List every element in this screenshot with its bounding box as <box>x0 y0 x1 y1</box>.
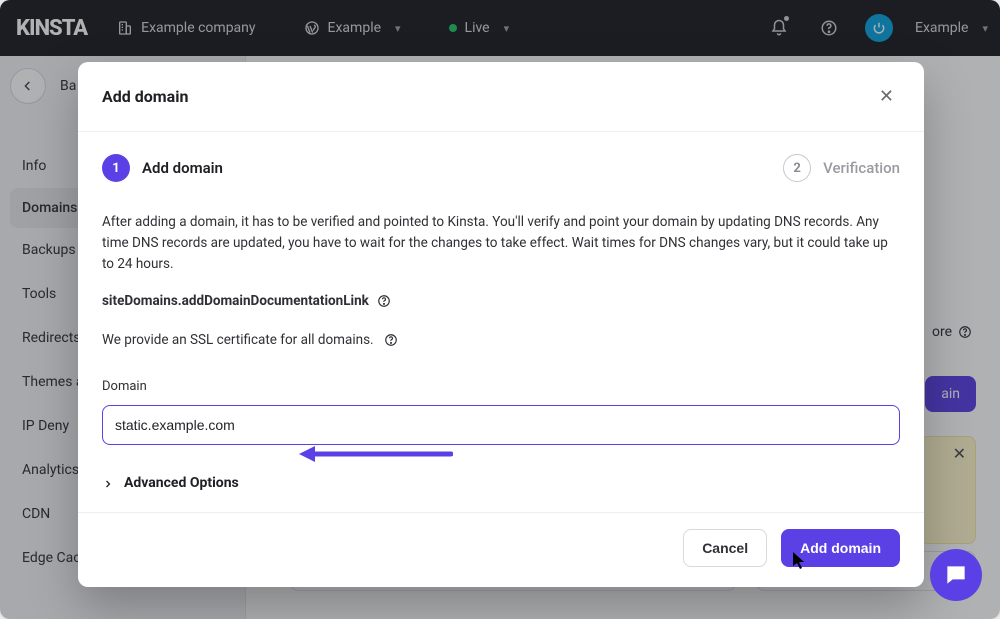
documentation-link[interactable]: siteDomains.addDomainDocumentationLink <box>102 291 900 312</box>
advanced-options-toggle[interactable]: Advanced Options <box>102 473 900 495</box>
add-domain-modal: Add domain ✕ 1 Add domain 2 Verification… <box>78 62 924 587</box>
modal-close-button[interactable]: ✕ <box>873 80 900 113</box>
step-2-badge: 2 <box>783 154 811 182</box>
modal-footer: Cancel Add domain <box>78 512 924 587</box>
ssl-note: We provide an SSL certificate for all do… <box>102 330 900 351</box>
step-2-label: Verification <box>823 159 900 177</box>
modal-title: Add domain <box>102 87 188 106</box>
wizard-steps: 1 Add domain 2 Verification <box>78 132 924 190</box>
app-root: KINSTA Example company Example ▾ Live ▾ <box>0 0 1000 619</box>
domain-field-label: Domain <box>102 377 900 397</box>
help-icon <box>377 294 391 308</box>
domain-input[interactable] <box>102 405 900 445</box>
close-icon: ✕ <box>879 86 894 107</box>
step-1: 1 Add domain <box>102 154 223 182</box>
doc-link-text: siteDomains.addDomainDocumentationLink <box>102 291 369 312</box>
cancel-button[interactable]: Cancel <box>683 529 767 567</box>
support-chat-button[interactable] <box>930 549 982 601</box>
modal-header: Add domain ✕ <box>78 62 924 132</box>
modal-body: After adding a domain, it has to be veri… <box>78 190 924 512</box>
chevron-right-icon <box>102 478 114 490</box>
intro-paragraph: After adding a domain, it has to be veri… <box>102 212 900 275</box>
step-1-label: Add domain <box>142 159 223 177</box>
ssl-text: We provide an SSL certificate for all do… <box>102 330 374 351</box>
advanced-label: Advanced Options <box>124 473 239 495</box>
step-2: 2 Verification <box>783 154 900 182</box>
step-1-badge: 1 <box>102 154 130 182</box>
chat-icon <box>943 562 969 588</box>
help-icon <box>384 333 398 347</box>
cursor-pointer-icon <box>792 551 808 575</box>
